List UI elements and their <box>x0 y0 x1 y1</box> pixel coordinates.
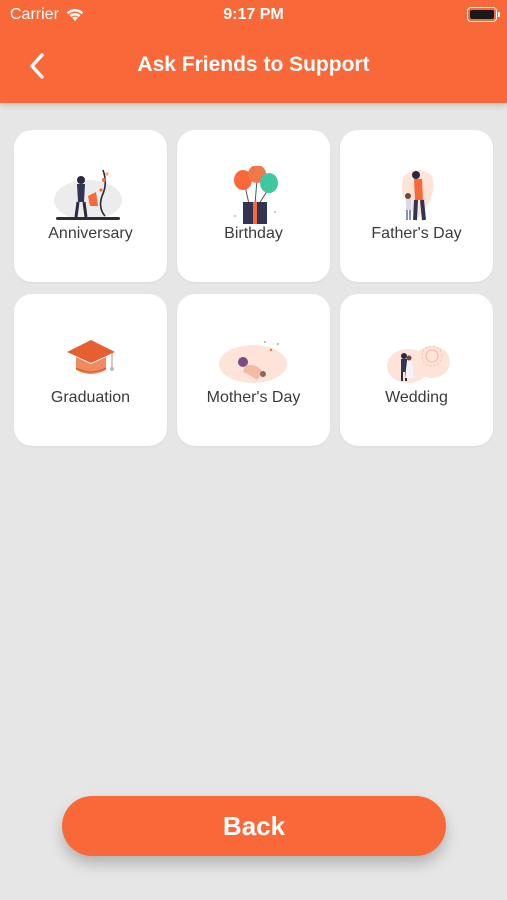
mothers-day-illustration-icon <box>219 341 287 383</box>
occasion-card-fathers-day[interactable]: Father's Day <box>340 130 493 282</box>
occasion-card-anniversary[interactable]: Anniversary <box>14 130 167 282</box>
occasion-label: Birthday <box>224 225 283 242</box>
occasion-card-graduation[interactable]: Graduation <box>14 294 167 446</box>
occasion-card-mothers-day[interactable]: Mother's Day <box>177 294 330 446</box>
occasion-label: Anniversary <box>48 225 133 242</box>
anniversary-illustration-icon <box>54 169 122 220</box>
occasion-label: Graduation <box>50 389 131 406</box>
battery-icon <box>467 7 500 22</box>
occasion-grid: Anniversary Birthday Father's Day Gradua… <box>14 130 494 446</box>
occasion-card-wedding[interactable]: Wedding <box>340 294 493 446</box>
occasion-label: Father's Day <box>371 225 462 242</box>
status-bar: Carrier 9:17 PM <box>0 0 507 30</box>
app-header: Carrier 9:17 PM Ask Friends to Support <box>0 0 507 103</box>
fathers-day-illustration-icon <box>401 170 434 221</box>
birthday-balloons-illustration-icon <box>234 166 278 224</box>
status-time: 9:17 PM <box>223 6 284 23</box>
occasion-label: Wedding <box>385 389 448 406</box>
occasion-card-birthday[interactable]: Birthday <box>177 130 330 282</box>
wedding-illustration-icon <box>387 345 450 383</box>
page-title: Ask Friends to Support <box>137 53 370 76</box>
occasion-label: Mother's Day <box>206 389 301 406</box>
graduation-cap-illustration-icon <box>67 340 115 374</box>
back-button[interactable]: Back <box>62 796 446 856</box>
